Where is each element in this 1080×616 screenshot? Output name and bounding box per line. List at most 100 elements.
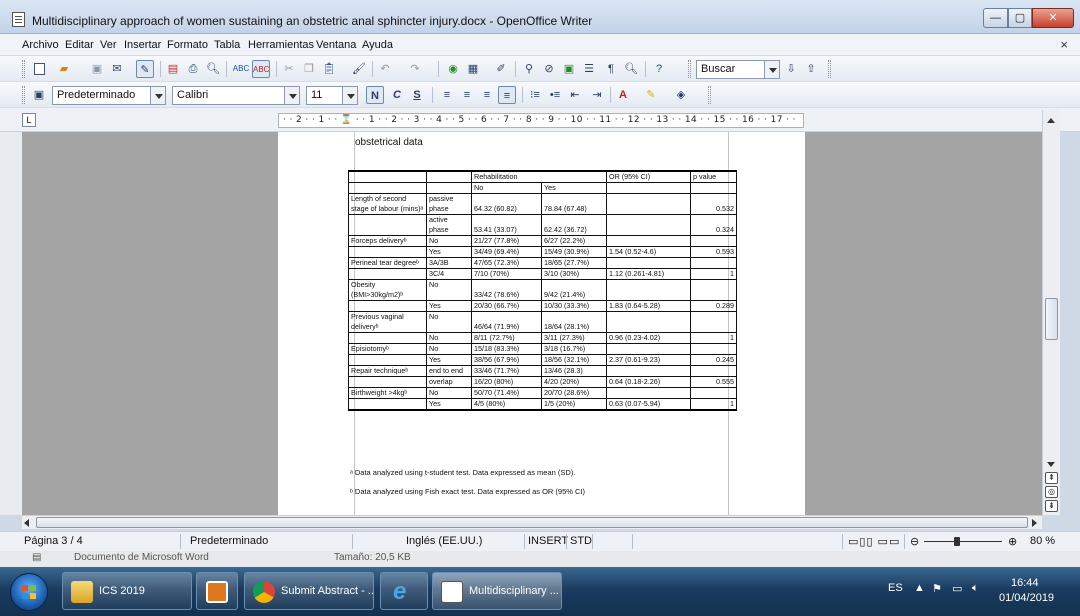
font-size-select[interactable]: 11 xyxy=(306,86,358,105)
new-document-icon[interactable] xyxy=(30,60,48,78)
underline-button[interactable]: S xyxy=(408,86,426,104)
find-replace-icon[interactable]: ⚲ xyxy=(520,60,538,78)
styles-formatting-icon[interactable]: ▣ xyxy=(30,86,48,104)
previous-page-icon[interactable]: ⇞ xyxy=(1045,472,1058,484)
insert-mode-indicator[interactable]: INSERT xyxy=(528,535,568,547)
paste-icon[interactable]: 📋︎ xyxy=(320,60,338,78)
background-color-icon[interactable]: ◈ xyxy=(672,86,690,104)
clock-date[interactable]: 01/04/2019 xyxy=(999,592,1054,604)
document-page[interactable]: obstetrical data Rehabilitation OR (95% … xyxy=(278,132,805,515)
find-previous-icon[interactable]: ⇧ xyxy=(802,60,820,78)
selection-mode-indicator[interactable]: STD xyxy=(570,535,592,547)
open-folder-icon[interactable]: ▰ xyxy=(55,60,73,78)
tab-stop-selector[interactable]: L xyxy=(22,113,36,127)
scroll-left-icon[interactable] xyxy=(24,519,29,527)
print-preview-icon[interactable]: 🔍︎ xyxy=(204,60,222,78)
clock-time[interactable]: 16:44 xyxy=(1011,577,1039,589)
formatting-marks-icon[interactable]: ¶ xyxy=(602,60,620,78)
toolbar-grip[interactable] xyxy=(22,86,25,104)
chevron-down-icon[interactable] xyxy=(284,87,299,104)
chevron-down-icon[interactable] xyxy=(150,87,165,104)
navigator-icon[interactable]: ⊘ xyxy=(540,60,558,78)
navigation-icon[interactable]: ◎ xyxy=(1045,486,1058,498)
undo-icon[interactable]: ↶ xyxy=(376,60,394,78)
menu-ventana[interactable]: Ventana xyxy=(316,39,356,51)
zoom-slider-handle[interactable] xyxy=(954,537,960,546)
data-sources-icon[interactable]: ☰ xyxy=(580,60,598,78)
menu-herramientas[interactable]: Herramientas xyxy=(248,39,314,51)
horizontal-ruler[interactable]: · · 2 · · 1 · · ⌛ · · 1 · · 2 · · 3 · · … xyxy=(278,113,804,128)
table-icon[interactable]: ▦ xyxy=(464,60,482,78)
bullets-icon[interactable]: •≡ xyxy=(546,86,564,104)
menu-formato[interactable]: Formato xyxy=(167,39,208,51)
help-icon[interactable]: ? xyxy=(650,60,668,78)
email-icon[interactable]: ✉ xyxy=(108,60,126,78)
minimize-button[interactable]: — xyxy=(983,8,1008,28)
taskbar-item-internet-explorer[interactable]: e xyxy=(380,572,428,610)
vertical-scrollbar[interactable]: ⇞ ◎ ⇟ xyxy=(1042,110,1060,515)
align-right-icon[interactable]: ≡ xyxy=(478,86,496,104)
chevron-down-icon[interactable] xyxy=(342,87,357,104)
font-color-icon[interactable]: A xyxy=(614,86,632,104)
close-button[interactable]: ✕ xyxy=(1032,8,1074,28)
show-hidden-icons-icon[interactable]: ▲ xyxy=(914,582,925,594)
menu-insertar[interactable]: Insertar xyxy=(124,39,161,51)
zoom-level[interactable]: 80 % xyxy=(1030,535,1055,547)
search-input[interactable]: Buscar xyxy=(696,60,780,79)
chevron-down-icon[interactable] xyxy=(764,61,779,78)
toolbar-grip[interactable] xyxy=(828,60,831,78)
taskbar-item-writer[interactable]: Multidisciplinary ... xyxy=(432,572,562,610)
maximize-button[interactable]: ▢ xyxy=(1008,8,1032,28)
toolbar-grip[interactable] xyxy=(22,60,25,78)
paragraph-style-select[interactable]: Predeterminado xyxy=(52,86,166,105)
increase-indent-icon[interactable]: ⇥ xyxy=(588,86,606,104)
save-icon[interactable]: ▣ xyxy=(88,60,106,78)
gallery-icon[interactable]: ▣ xyxy=(560,60,578,78)
close-document-button[interactable]: × xyxy=(1060,37,1068,52)
print-icon[interactable]: ⎙ xyxy=(184,60,202,78)
next-page-icon[interactable]: ⇟ xyxy=(1045,500,1058,512)
taskbar-item-ics-2019[interactable]: ICS 2019 xyxy=(62,572,192,610)
edit-mode-icon[interactable]: ✎ xyxy=(136,60,154,78)
view-layout-icon[interactable]: ▭▯▯ ▭▭ xyxy=(848,535,900,548)
menu-archivo[interactable]: Archivo xyxy=(22,39,59,51)
export-pdf-icon[interactable]: ▤ xyxy=(164,60,182,78)
zoom-in-icon[interactable]: ⊕ xyxy=(1008,535,1017,548)
language-indicator[interactable]: Inglés (EE.UU.) xyxy=(406,535,482,547)
start-button[interactable] xyxy=(10,573,48,611)
copy-icon[interactable]: ❐ xyxy=(300,60,318,78)
bold-button[interactable]: N xyxy=(366,86,384,104)
highlight-icon[interactable]: ✎ xyxy=(642,86,660,104)
scroll-up-icon[interactable] xyxy=(1047,118,1055,123)
taskbar-item-chrome[interactable]: Submit Abstract - ... xyxy=(244,572,374,610)
hyperlink-icon[interactable]: ◉ xyxy=(444,60,462,78)
spellcheck-icon[interactable]: ABC xyxy=(232,60,250,78)
network-icon[interactable]: ▭ xyxy=(952,582,962,595)
action-center-icon[interactable]: ⚑ xyxy=(932,582,942,595)
volume-icon[interactable]: 🔈︎ xyxy=(972,582,979,595)
auto-spellcheck-icon[interactable]: ABC xyxy=(252,60,270,78)
horizontal-scroll-thumb[interactable] xyxy=(36,517,1028,528)
vertical-scroll-thumb[interactable] xyxy=(1045,298,1058,340)
page-style-indicator[interactable]: Predeterminado xyxy=(190,535,268,547)
scroll-right-icon[interactable] xyxy=(1032,519,1037,527)
menu-ayuda[interactable]: Ayuda xyxy=(362,39,393,51)
align-center-icon[interactable]: ≡ xyxy=(458,86,476,104)
font-name-select[interactable]: Calibri xyxy=(172,86,300,105)
italic-button[interactable]: C xyxy=(388,86,406,104)
zoom-icon[interactable]: 🔍︎ xyxy=(622,60,640,78)
clone-formatting-icon[interactable]: 🖌︎ xyxy=(350,60,368,78)
toolbar-grip[interactable] xyxy=(688,60,691,78)
menu-ver[interactable]: Ver xyxy=(100,39,117,51)
menu-tabla[interactable]: Tabla xyxy=(214,39,240,51)
scroll-down-icon[interactable] xyxy=(1047,462,1055,467)
decrease-indent-icon[interactable]: ⇤ xyxy=(566,86,584,104)
language-indicator[interactable]: ES xyxy=(888,582,903,594)
menu-editar[interactable]: Editar xyxy=(65,39,94,51)
find-next-icon[interactable]: ⇩ xyxy=(782,60,800,78)
numbering-icon[interactable]: ⁝≡ xyxy=(526,86,544,104)
toolbar-grip[interactable] xyxy=(708,86,711,104)
justify-icon[interactable]: ≡ xyxy=(498,86,516,104)
page-indicator[interactable]: Página 3 / 4 xyxy=(24,535,83,547)
horizontal-scrollbar[interactable] xyxy=(22,515,1042,529)
